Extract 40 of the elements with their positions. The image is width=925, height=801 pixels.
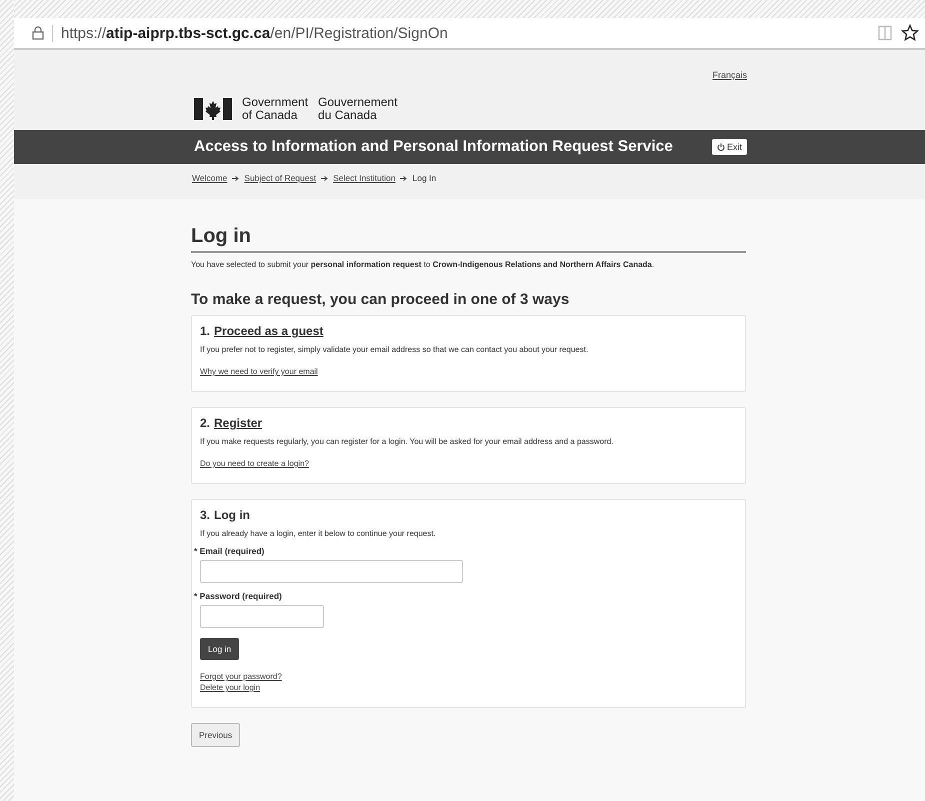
help-link[interactable]: Delete your login <box>200 682 260 693</box>
breadcrumb-link[interactable]: Select Institution <box>333 173 396 183</box>
password-field[interactable] <box>200 605 324 628</box>
exit-button[interactable]: Exit <box>712 139 747 155</box>
government-signature-text: Government of Canada <box>242 96 308 122</box>
arrow-icon <box>232 176 240 180</box>
section-heading: To make a request, you can proceed in one of 3 ways <box>191 291 570 308</box>
arrow-icon <box>321 176 328 180</box>
login-button[interactable]: Log in <box>200 638 240 660</box>
option-number: 3. <box>200 508 210 522</box>
url-text[interactable]: https://atip-aiprp.tbs-sct.gc.ca/en/PI/Registration/SignOn <box>52 24 869 42</box>
option-description: If you already have a login, enter it below to continue your request. <box>200 529 437 538</box>
breadcrumb-link[interactable]: Subject of Request <box>244 173 316 183</box>
option-description: If you make requests regularly, you can register for a login. You will be asked for your email address and a password. <box>200 437 614 446</box>
breadcrumb-current: Log In <box>412 173 436 183</box>
previous-button[interactable]: Previous <box>191 723 240 747</box>
option-title: Log in <box>214 508 250 522</box>
power-icon <box>716 143 725 151</box>
option-title-link[interactable]: Register <box>214 416 262 430</box>
lock-icon <box>32 26 44 40</box>
arrow-icon <box>400 176 408 180</box>
help-link[interactable]: Do you need to create a login? <box>200 458 309 469</box>
option-title-link[interactable]: Proceed as a guest <box>214 324 324 338</box>
email-field[interactable] <box>200 560 463 583</box>
reading-view-icon[interactable] <box>877 25 893 41</box>
field-label: * Password (required) <box>194 591 283 601</box>
star-icon[interactable] <box>901 24 919 42</box>
intro-text: You have selected to submit your personal information request to Crown-Indigenous Relations and Northern Affairs Canada. <box>191 260 656 269</box>
canada-flag-icon <box>194 98 232 120</box>
help-link[interactable]: Forgot your password? <box>200 671 282 682</box>
site-title: Access to Information and Personal Information Request Service <box>193 138 673 156</box>
help-link[interactable]: Why we need to verify your email <box>200 366 318 377</box>
language-link[interactable]: Français <box>712 70 747 80</box>
option-number: 1. <box>200 324 210 338</box>
option-description: If you prefer not to register, simply validate your email address so that we can contact you about your request. <box>200 345 590 354</box>
page-title: Log in <box>191 225 746 253</box>
field-label: * Email (required) <box>194 546 266 556</box>
breadcrumb-link[interactable]: Welcome <box>192 173 228 183</box>
option-number: 2. <box>200 416 210 430</box>
government-signature-text: Gouvernement du Canada <box>318 96 398 122</box>
